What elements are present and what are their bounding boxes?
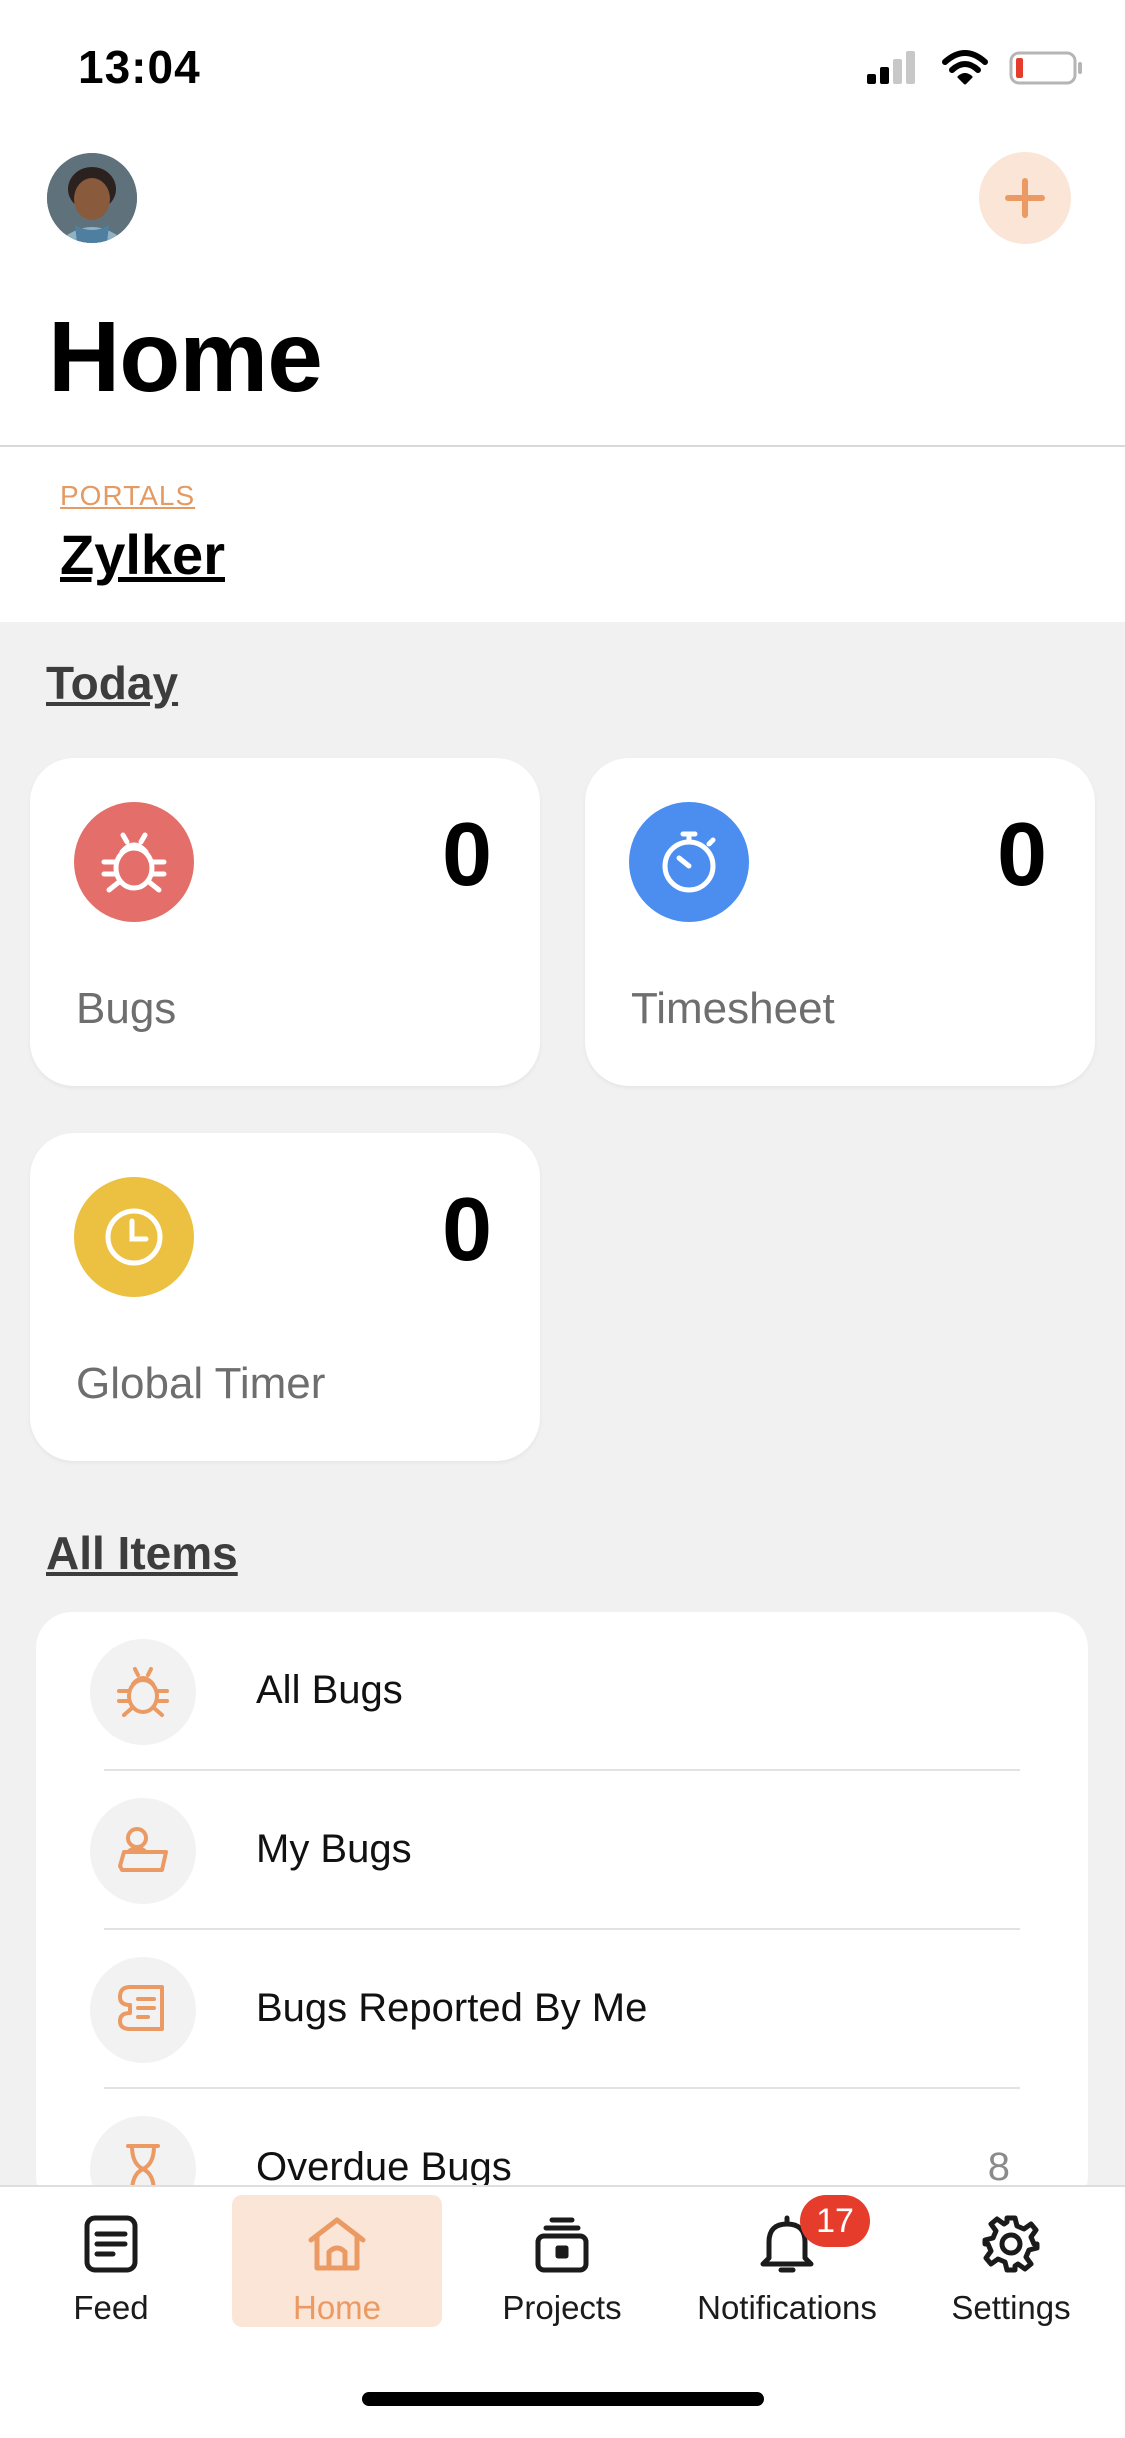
bug-outline-icon bbox=[90, 1639, 196, 1745]
portal-name[interactable]: Zylker bbox=[60, 522, 225, 587]
report-icon bbox=[90, 1957, 196, 2063]
home-indicator bbox=[362, 2392, 764, 2406]
list-item-label: Bugs Reported By Me bbox=[256, 1986, 648, 2030]
user-bug-icon bbox=[90, 1798, 196, 1904]
list-item-label: All Bugs bbox=[256, 1668, 403, 1712]
global-timer-count: 0 bbox=[441, 1180, 492, 1280]
timesheet-label: Timesheet bbox=[631, 984, 835, 1033]
list-item-all-bugs[interactable]: All Bugs bbox=[36, 1612, 1088, 1771]
status-time: 13:04 bbox=[78, 41, 201, 93]
tab-feed[interactable]: Feed bbox=[6, 2195, 216, 2327]
avatar[interactable] bbox=[47, 153, 137, 243]
signal-icon bbox=[867, 51, 915, 84]
tab-label: Notifications bbox=[697, 2289, 877, 2326]
global-timer-label: Global Timer bbox=[76, 1359, 326, 1408]
tab-label: Home bbox=[292, 2289, 382, 2326]
stopwatch-icon bbox=[629, 802, 749, 922]
home-icon bbox=[305, 2205, 369, 2283]
wifi-icon bbox=[942, 50, 988, 85]
top-panel: 13:04 Home PORTALS Zylker bbox=[0, 0, 1125, 622]
overdue-count: 8 bbox=[987, 2145, 1010, 2189]
bugs-card[interactable]: 0 Bugs bbox=[30, 758, 540, 1086]
all-items-list: All Bugs My Bugs Bugs Reported By Me Ove… bbox=[36, 1612, 1088, 2212]
notification-badge: 17 bbox=[800, 2195, 870, 2247]
bugs-count: 0 bbox=[441, 805, 492, 905]
today-heading: Today bbox=[46, 657, 179, 709]
tab-projects[interactable]: Projects bbox=[457, 2195, 667, 2327]
list-item-bugs-reported-by-me[interactable]: Bugs Reported By Me bbox=[36, 1930, 1088, 2089]
bug-icon bbox=[74, 802, 194, 922]
list-item-label: Overdue Bugs bbox=[256, 2145, 512, 2189]
tab-label: Projects bbox=[502, 2289, 622, 2326]
avatar-photo bbox=[47, 153, 137, 243]
global-timer-card[interactable]: 0 Global Timer bbox=[30, 1133, 540, 1461]
status-icons bbox=[865, 50, 1083, 86]
projects-icon bbox=[530, 2205, 594, 2283]
battery-icon bbox=[1009, 51, 1082, 85]
status-bar: 13:04 bbox=[0, 0, 1125, 140]
tab-home[interactable]: Home bbox=[232, 2195, 442, 2327]
page-title: Home bbox=[48, 301, 323, 413]
header-divider bbox=[0, 445, 1125, 447]
timesheet-count: 0 bbox=[996, 805, 1047, 905]
list-item-my-bugs[interactable]: My Bugs bbox=[36, 1771, 1088, 1930]
tab-label: Feed bbox=[73, 2289, 149, 2326]
plus-icon bbox=[1005, 178, 1045, 218]
tab-settings[interactable]: Settings bbox=[906, 2195, 1116, 2327]
tab-notifications[interactable]: Notifications 17 bbox=[682, 2195, 892, 2327]
feed-icon bbox=[79, 2205, 143, 2283]
clock-icon bbox=[74, 1177, 194, 1297]
add-button[interactable] bbox=[979, 152, 1071, 244]
bugs-label: Bugs bbox=[76, 984, 177, 1033]
portals-label[interactable]: PORTALS bbox=[60, 480, 195, 512]
timesheet-card[interactable]: 0 Timesheet bbox=[585, 758, 1095, 1086]
list-item-label: My Bugs bbox=[256, 1827, 412, 1871]
tab-label: Settings bbox=[951, 2289, 1071, 2326]
all-items-heading: All Items bbox=[46, 1527, 238, 1579]
gear-icon bbox=[979, 2205, 1043, 2283]
